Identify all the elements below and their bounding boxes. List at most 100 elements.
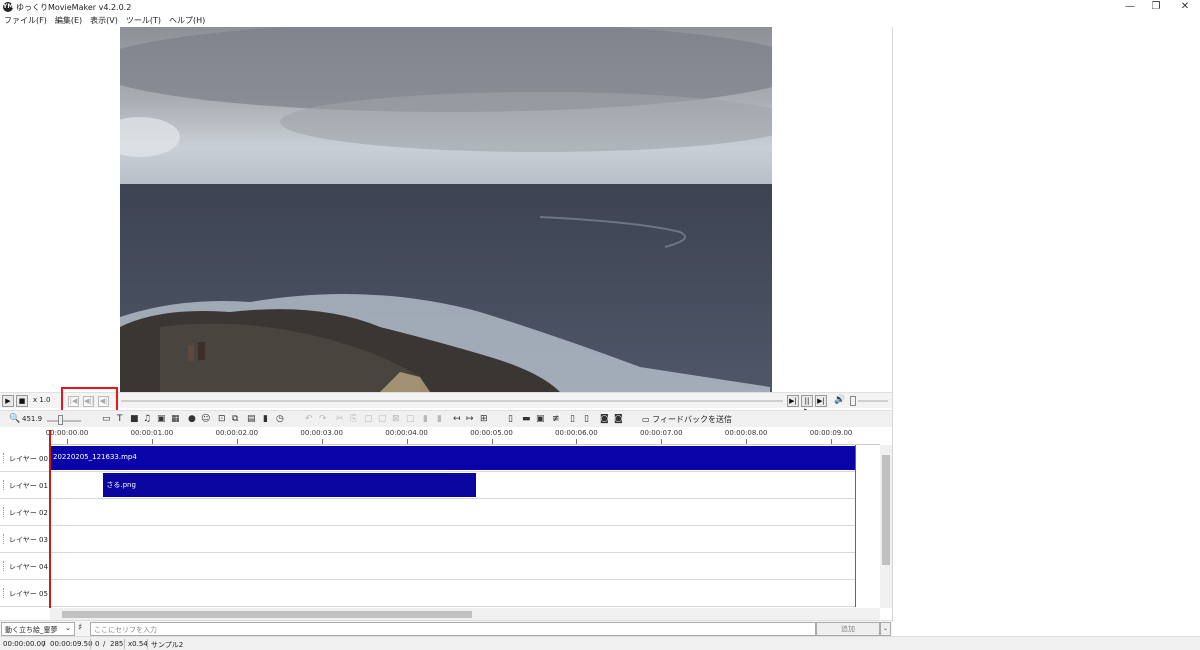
trim-right-icon[interactable]: ↦ bbox=[466, 414, 474, 425]
layer-row[interactable] bbox=[50, 499, 855, 526]
layer-header[interactable]: レイヤー 03 bbox=[0, 526, 50, 553]
layer-header[interactable]: レイヤー 01 bbox=[0, 472, 50, 499]
cut-icon[interactable]: ✂ bbox=[336, 414, 344, 425]
layer-row[interactable]: さる.png bbox=[50, 472, 855, 499]
chevron-down-icon: ⌄ bbox=[65, 624, 71, 632]
preview-area bbox=[0, 27, 892, 392]
audio-icon[interactable]: ♫ bbox=[143, 414, 151, 425]
trim-left-icon[interactable]: ↤ bbox=[453, 414, 461, 425]
current-time: 00:00:00.00 bbox=[3, 640, 46, 648]
step-forward-button[interactable]: ||▶ bbox=[801, 395, 813, 415]
snapshot-icon[interactable]: ◙ bbox=[614, 414, 623, 425]
layer-row[interactable] bbox=[50, 553, 855, 580]
playback-speed[interactable]: x 1.0 bbox=[33, 396, 51, 404]
camera-icon[interactable]: ◙ bbox=[600, 414, 609, 425]
tick-mark bbox=[67, 439, 68, 444]
total-frames: 285 bbox=[110, 640, 124, 648]
undo-icon[interactable]: ↶ bbox=[305, 414, 313, 425]
close-button[interactable]: ✕ bbox=[1170, 0, 1200, 14]
seek-bar[interactable] bbox=[121, 400, 783, 402]
project-name: サンプル2 bbox=[151, 641, 184, 649]
menu-help[interactable]: ヘルプ(H) bbox=[165, 14, 209, 27]
settings-icon[interactable]: ≢ bbox=[552, 414, 560, 425]
paste-icon[interactable]: ▢ bbox=[364, 414, 373, 425]
layer-header[interactable]: レイヤー 04 bbox=[0, 553, 50, 580]
tick-label: 00:00:01.00 bbox=[130, 429, 174, 437]
effect-icon[interactable]: ⊡ bbox=[218, 414, 226, 425]
frame-separator: / bbox=[103, 640, 106, 648]
timeline-vertical-scrollbar[interactable] bbox=[880, 445, 892, 608]
tick-label: 00:00:08.00 bbox=[724, 429, 768, 437]
layer-row[interactable] bbox=[50, 580, 855, 607]
next-frame-button[interactable]: ▶| bbox=[787, 395, 799, 407]
stop-button[interactable]: ■ bbox=[16, 395, 28, 407]
tick-label: 00:00:00.00 bbox=[45, 429, 89, 437]
split-icon[interactable]: ⊞ bbox=[480, 414, 488, 425]
tick-label: 00:00:05.00 bbox=[470, 429, 513, 437]
video-icon[interactable]: ■ bbox=[130, 414, 139, 425]
layer-header[interactable]: レイヤー 02 bbox=[0, 499, 50, 526]
volume-icon[interactable]: 🔊 bbox=[834, 395, 845, 406]
transport-bar: ▶ ■ x 1.0 |◀ ◀|| ◀| ▶| ||▶ ▶| 🔊 bbox=[0, 392, 892, 415]
delete-layer-icon[interactable]: ▮ bbox=[437, 414, 442, 425]
voice-settings-icon[interactable]: ♯ bbox=[78, 623, 82, 634]
save-icon[interactable]: ▮ bbox=[263, 414, 268, 425]
tick-label: 00:00:07.00 bbox=[640, 429, 683, 437]
playhead[interactable] bbox=[49, 430, 51, 608]
add-dropdown-button[interactable]: ⌄ bbox=[880, 622, 891, 636]
tick-mark bbox=[491, 439, 493, 444]
title-bar: YM ゆっくりMovieMaker v4.2.0.2 — ❐ ✕ bbox=[0, 0, 1200, 14]
open-folder-icon[interactable]: ▬ bbox=[522, 414, 531, 425]
export-icon[interactable]: ▯ bbox=[584, 414, 589, 425]
add-button[interactable]: 追加 bbox=[816, 622, 880, 636]
volume-slider[interactable] bbox=[858, 400, 888, 402]
horizontal-scroll-thumb[interactable] bbox=[62, 611, 472, 618]
speech-icon[interactable]: ▭ bbox=[102, 414, 111, 425]
layer-header[interactable]: レイヤー 00 bbox=[0, 445, 50, 472]
menu-edit[interactable]: 編集(E) bbox=[51, 14, 86, 27]
copy-icon[interactable]: ⎘ bbox=[350, 414, 357, 425]
video-preview[interactable] bbox=[120, 27, 772, 392]
last-frame-button[interactable]: ▶| bbox=[815, 395, 827, 407]
timeline-clip[interactable]: さる.png bbox=[103, 473, 477, 497]
vertical-scroll-thumb[interactable] bbox=[882, 455, 890, 565]
volume-thumb[interactable] bbox=[850, 396, 856, 406]
feedback-icon: ▭ bbox=[642, 415, 653, 424]
total-duration: 00:00:09.50 bbox=[50, 640, 93, 648]
delete-icon[interactable]: ▮ bbox=[423, 414, 428, 425]
scene-icon[interactable]: ▤ bbox=[247, 414, 256, 425]
zoom-slider[interactable] bbox=[47, 420, 81, 422]
timeline-ruler[interactable]: 00:00:00.00 00:00:01.00 00:00:02.00 00:00:0… bbox=[46, 427, 880, 445]
text-icon[interactable]: T bbox=[117, 414, 123, 425]
document-icon[interactable]: ▯ bbox=[570, 414, 575, 425]
shape-icon[interactable]: ▦ bbox=[171, 414, 180, 425]
image-icon[interactable]: ▣ bbox=[157, 414, 166, 425]
duplicate-icon[interactable]: ▢ bbox=[406, 414, 415, 425]
tick-label: 00:00:06.00 bbox=[555, 429, 598, 437]
feedback-button[interactable]: ▭ フィードバックを送信 bbox=[642, 414, 732, 425]
group-icon[interactable]: ⧉ bbox=[232, 414, 238, 425]
redo-icon[interactable]: ↷ bbox=[319, 414, 327, 425]
menu-view[interactable]: 表示(V) bbox=[86, 14, 122, 27]
zoom-thumb[interactable] bbox=[58, 415, 63, 425]
paste-special-icon[interactable]: ▢ bbox=[378, 414, 387, 425]
face-icon[interactable]: ☺ bbox=[201, 414, 210, 425]
save-file-icon[interactable]: ▣ bbox=[536, 414, 545, 425]
status-bar: 00:00:00.00 / 00:00:09.50 0 / 285 x0.54 … bbox=[0, 636, 1200, 650]
dialogue-input[interactable]: ここにセリフを入力 bbox=[90, 622, 816, 636]
menu-file[interactable]: ファイル(F) bbox=[0, 14, 51, 27]
timeline-horizontal-scrollbar[interactable] bbox=[50, 608, 880, 620]
zoom-value: 451.9 bbox=[22, 415, 43, 423]
copy-special-icon[interactable]: ⊠ bbox=[392, 414, 400, 425]
character-icon[interactable]: ● bbox=[188, 414, 196, 425]
new-file-icon[interactable]: ▯ bbox=[508, 414, 513, 425]
play-button[interactable]: ▶ bbox=[2, 395, 14, 407]
layer-header[interactable]: レイヤー 05 bbox=[0, 580, 50, 607]
restore-button[interactable]: ❐ bbox=[1141, 0, 1171, 14]
clock-icon[interactable]: ◷ bbox=[276, 414, 284, 425]
timeline-clip[interactable]: 20220205_121633.mp4 bbox=[50, 446, 855, 470]
character-select[interactable]: 動く立ち絵_霊夢 ⌄ bbox=[1, 622, 75, 636]
layer-row[interactable]: 20220205_121633.mp4 bbox=[50, 445, 855, 472]
menu-tools[interactable]: ツール(T) bbox=[122, 14, 165, 27]
layer-row[interactable] bbox=[50, 526, 855, 553]
